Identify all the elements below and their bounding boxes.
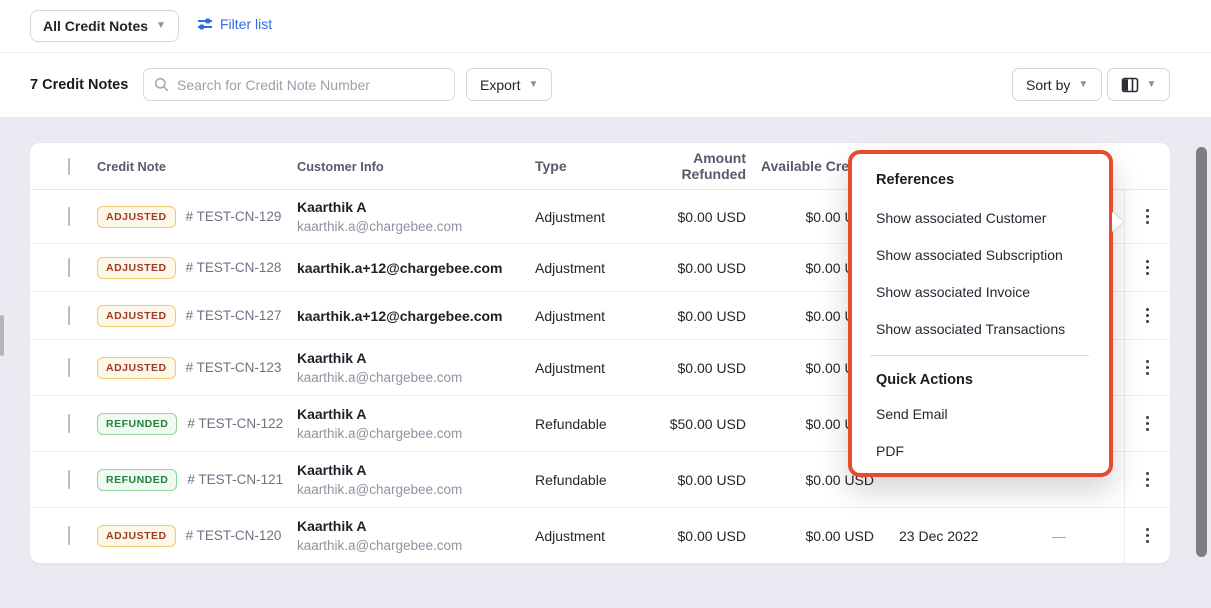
row-checkbox[interactable] bbox=[68, 306, 70, 325]
export-label: Export bbox=[480, 77, 520, 93]
credit-note-number[interactable]: # TEST-CN-123 bbox=[186, 360, 282, 375]
available-credits: $0.00 USD bbox=[746, 528, 874, 544]
customer-email: kaarthik.a@chargebee.com bbox=[297, 369, 535, 387]
row-checkbox[interactable] bbox=[68, 358, 70, 377]
table-row: ADJUSTED # TEST-CN-120 Kaarthik A kaarth… bbox=[30, 508, 1170, 563]
menu-item-show-associated-customer[interactable]: Show associated Customer bbox=[876, 211, 1093, 225]
manage-columns-button[interactable]: ▼ bbox=[1107, 68, 1170, 101]
chevron-down-icon: ▼ bbox=[156, 21, 166, 31]
popup-section-title-references: References bbox=[876, 172, 1093, 188]
row-actions-menu-button[interactable] bbox=[1140, 466, 1156, 494]
credit-note-date: 23 Dec 2022 bbox=[874, 528, 1029, 544]
row-checkbox[interactable] bbox=[68, 470, 70, 489]
customer-name[interactable]: kaarthik.a+12@chargebee.com bbox=[297, 307, 535, 325]
status-badge: REFUNDED bbox=[97, 413, 177, 435]
customer-email: kaarthik.a@chargebee.com bbox=[297, 537, 535, 555]
amount-refunded: $50.00 USD bbox=[625, 416, 746, 432]
amount-refunded: $0.00 USD bbox=[625, 260, 746, 276]
row-actions-popup: References Show associated Customer Show… bbox=[848, 150, 1113, 477]
menu-item-show-associated-invoice[interactable]: Show associated Invoice bbox=[876, 285, 1093, 299]
references-menu: Show associated Customer Show associated… bbox=[876, 211, 1093, 336]
customer-name[interactable]: Kaarthik A bbox=[297, 517, 535, 535]
row-checkbox[interactable] bbox=[68, 526, 70, 545]
amount-refunded: $0.00 USD bbox=[625, 528, 746, 544]
customer-email: kaarthik.a@chargebee.com bbox=[297, 425, 535, 443]
credit-note-type: Adjustment bbox=[535, 260, 625, 276]
popup-separator bbox=[870, 355, 1089, 356]
customer-name[interactable]: Kaarthik A bbox=[297, 349, 535, 367]
left-scrollbar-thumb[interactable] bbox=[0, 315, 4, 356]
customer-email: kaarthik.a@chargebee.com bbox=[297, 481, 535, 499]
status-badge: ADJUSTED bbox=[97, 257, 176, 279]
chevron-down-icon: ▼ bbox=[528, 80, 538, 90]
credit-note-type: Adjustment bbox=[535, 209, 625, 225]
export-button[interactable]: Export ▼ bbox=[466, 68, 552, 101]
credit-note-type: Adjustment bbox=[535, 528, 625, 544]
search-input[interactable] bbox=[177, 77, 444, 93]
amount-refunded: $0.00 USD bbox=[625, 472, 746, 488]
toolbar-divider bbox=[0, 52, 1211, 53]
header-credit-note: Credit Note bbox=[97, 159, 166, 174]
row-actions-menu-button[interactable] bbox=[1140, 522, 1156, 550]
status-badge: REFUNDED bbox=[97, 469, 177, 491]
amount-refunded: $0.00 USD bbox=[625, 209, 746, 225]
amount-refunded: $0.00 USD bbox=[625, 360, 746, 376]
credit-note-type: Refundable bbox=[535, 472, 625, 488]
menu-item-show-associated-subscription[interactable]: Show associated Subscription bbox=[876, 248, 1093, 262]
credit-note-number[interactable]: # TEST-CN-129 bbox=[186, 209, 282, 224]
menu-item-show-associated-transactions[interactable]: Show associated Transactions bbox=[876, 322, 1093, 336]
row-actions-menu-button[interactable] bbox=[1140, 354, 1156, 382]
customer-email: kaarthik.a@chargebee.com bbox=[297, 218, 535, 236]
row-checkbox[interactable] bbox=[68, 258, 70, 277]
vertical-scrollbar-thumb[interactable] bbox=[1196, 147, 1207, 557]
status-badge: ADJUSTED bbox=[97, 525, 176, 547]
menu-item-pdf[interactable]: PDF bbox=[876, 444, 1093, 458]
chevron-down-icon: ▼ bbox=[1147, 80, 1157, 90]
header-amount-refunded: Amount Refunded bbox=[681, 150, 746, 182]
credit-note-number[interactable]: # TEST-CN-120 bbox=[186, 528, 282, 543]
status-badge: ADJUSTED bbox=[97, 357, 176, 379]
popup-pointer-arrow bbox=[1112, 212, 1123, 232]
customer-name[interactable]: kaarthik.a+12@chargebee.com bbox=[297, 259, 535, 277]
credit-note-type: Adjustment bbox=[535, 308, 625, 324]
top-bar: All Credit Notes ▼ Filter list 7 Credit … bbox=[0, 0, 1211, 117]
columns-icon bbox=[1121, 76, 1139, 94]
row-checkbox[interactable] bbox=[68, 414, 70, 433]
customer-name[interactable]: Kaarthik A bbox=[297, 405, 535, 423]
credit-note-number[interactable]: # TEST-CN-127 bbox=[186, 308, 282, 323]
credit-note-type: Refundable bbox=[535, 416, 625, 432]
row-checkbox[interactable] bbox=[68, 207, 70, 226]
row-actions-menu-button[interactable] bbox=[1140, 410, 1156, 438]
status-badge: ADJUSTED bbox=[97, 305, 176, 327]
search-box[interactable] bbox=[143, 68, 455, 101]
quick-actions-menu: Send Email PDF bbox=[876, 407, 1093, 458]
sort-by-label: Sort by bbox=[1026, 77, 1070, 93]
credit-note-type: Adjustment bbox=[535, 360, 625, 376]
row-actions-menu-button[interactable] bbox=[1140, 203, 1156, 231]
customer-name[interactable]: Kaarthik A bbox=[297, 198, 535, 216]
menu-item-send-email[interactable]: Send Email bbox=[876, 407, 1093, 421]
refund-due: — bbox=[1029, 528, 1089, 544]
credit-note-number[interactable]: # TEST-CN-128 bbox=[186, 260, 282, 275]
sort-by-button[interactable]: Sort by ▼ bbox=[1012, 68, 1102, 101]
credit-note-number[interactable]: # TEST-CN-122 bbox=[187, 416, 283, 431]
view-selector-label: All Credit Notes bbox=[43, 18, 148, 34]
row-actions-menu-button[interactable] bbox=[1140, 302, 1156, 330]
chevron-down-icon: ▼ bbox=[1078, 80, 1088, 90]
filter-list-link[interactable]: Filter list bbox=[197, 16, 272, 32]
amount-refunded: $0.00 USD bbox=[625, 308, 746, 324]
credit-notes-count: 7 Credit Notes bbox=[30, 77, 128, 93]
filter-icon bbox=[197, 16, 213, 32]
customer-name[interactable]: Kaarthik A bbox=[297, 461, 535, 479]
filter-list-label: Filter list bbox=[220, 16, 272, 32]
header-type: Type bbox=[535, 158, 567, 174]
credit-note-number[interactable]: # TEST-CN-121 bbox=[187, 472, 283, 487]
select-all-checkbox[interactable] bbox=[68, 158, 70, 175]
popup-section-title-quick-actions: Quick Actions bbox=[876, 372, 1093, 388]
status-badge: ADJUSTED bbox=[97, 206, 176, 228]
row-actions-menu-button[interactable] bbox=[1140, 254, 1156, 282]
search-icon bbox=[154, 77, 169, 92]
header-customer-info: Customer Info bbox=[297, 159, 384, 174]
view-selector-dropdown[interactable]: All Credit Notes ▼ bbox=[30, 10, 179, 42]
